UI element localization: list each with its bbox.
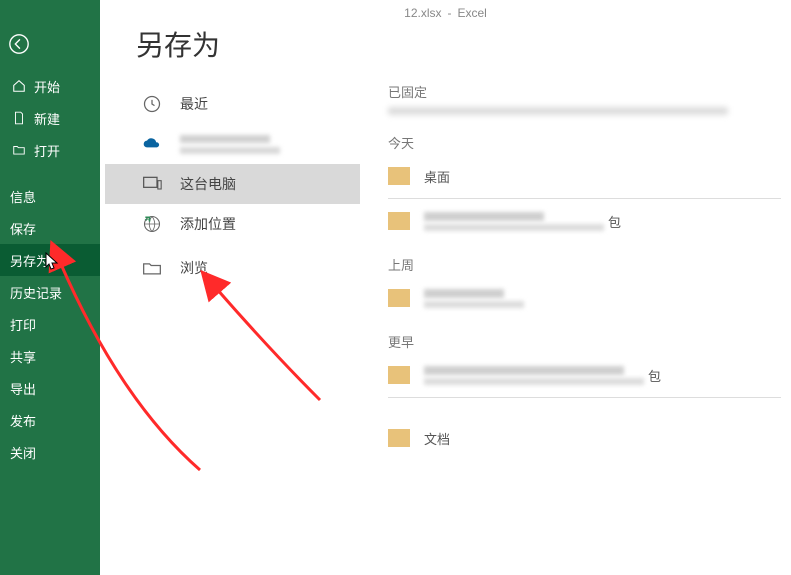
section-today-header: 今天 [388, 133, 781, 152]
nav-export-label: 导出 [10, 379, 36, 398]
browse-folder-icon [142, 260, 170, 276]
nav-history[interactable]: 历史记录 [0, 276, 100, 308]
location-onedrive-label-blurred [180, 135, 280, 154]
sidebar: 开始 新建 打开 信息 保存 另存为 历史记录 打印 共享 导出 发布 关闭 [0, 0, 100, 575]
title-sep: - [448, 6, 452, 20]
nav-history-label: 历史记录 [10, 283, 62, 302]
clock-icon [142, 94, 170, 114]
earlier-item-documents[interactable]: 文档 [388, 420, 781, 456]
title-app: Excel [458, 6, 487, 20]
today-item-desktop[interactable]: 桌面 [388, 158, 781, 194]
location-onedrive[interactable] [105, 124, 360, 164]
back-button[interactable] [0, 22, 100, 66]
nav-info[interactable]: 信息 [0, 180, 100, 212]
location-recent-label: 最近 [180, 94, 208, 114]
this-pc-icon [142, 175, 170, 193]
nav-share-label: 共享 [10, 347, 36, 366]
nav-open-label: 打开 [34, 141, 60, 160]
nav-saveas[interactable]: 另存为 [0, 244, 100, 276]
divider [388, 198, 781, 199]
earlier-item-1-suffix: 包 [648, 366, 661, 385]
location-add-place[interactable]: + 添加位置 [105, 204, 360, 244]
location-this-pc-label: 这台电脑 [180, 174, 236, 194]
earlier-item-documents-label: 文档 [424, 429, 450, 448]
nav-home[interactable]: 开始 [0, 70, 100, 102]
folder-icon [388, 167, 410, 185]
nav-new[interactable]: 新建 [0, 102, 100, 134]
lastweek-item-1[interactable] [388, 280, 781, 316]
today-item-2[interactable]: 包 [388, 203, 781, 239]
nav-saveas-label: 另存为 [10, 251, 49, 270]
pinned-blurred-text [388, 107, 728, 115]
open-folder-icon [10, 143, 28, 157]
nav-share[interactable]: 共享 [0, 340, 100, 372]
location-this-pc[interactable]: 这台电脑 [105, 164, 360, 204]
lastweek-item-1-blurred [424, 289, 524, 308]
nav-save[interactable]: 保存 [0, 212, 100, 244]
nav-close[interactable]: 关闭 [0, 436, 100, 468]
new-doc-icon [10, 111, 28, 125]
folder-icon [388, 429, 410, 447]
svg-text:+: + [145, 215, 150, 224]
nav-save-label: 保存 [10, 219, 36, 238]
section-earlier-header: 更早 [388, 332, 781, 351]
back-arrow-icon [8, 33, 30, 55]
section-pinned-header: 已固定 [388, 82, 781, 101]
location-recent[interactable]: 最近 [105, 84, 360, 124]
nav-open[interactable]: 打开 [0, 134, 100, 166]
nav-print-label: 打印 [10, 315, 36, 334]
nav-new-label: 新建 [34, 109, 60, 128]
earlier-item-1-blurred [424, 366, 644, 385]
section-lastweek-header: 上周 [388, 255, 781, 274]
earlier-item-1[interactable]: 包 [388, 357, 781, 393]
today-item-2-blurred [424, 212, 604, 231]
nav-export[interactable]: 导出 [0, 372, 100, 404]
location-add-place-label: 添加位置 [180, 214, 236, 234]
location-browse[interactable]: 浏览 [105, 248, 360, 288]
folder-icon [388, 366, 410, 384]
title-filename: 12.xlsx [404, 6, 441, 20]
today-item-desktop-label: 桌面 [424, 167, 450, 186]
folder-icon [388, 289, 410, 307]
today-item-2-suffix: 包 [608, 212, 621, 231]
add-place-icon: + [142, 214, 170, 234]
nav-home-label: 开始 [34, 77, 60, 96]
home-icon [10, 79, 28, 93]
nav-print[interactable]: 打印 [0, 308, 100, 340]
page-title: 另存为 [136, 24, 360, 64]
nav-info-label: 信息 [10, 187, 36, 206]
onedrive-cloud-icon [142, 137, 170, 151]
folder-icon [388, 212, 410, 230]
nav-publish[interactable]: 发布 [0, 404, 100, 436]
saveas-middle-panel: 另存为 最近 这台电脑 + 添加位置 [100, 0, 360, 575]
saveas-right-panel: 已固定 今天 桌面 包 上周 更早 包 文档 [380, 78, 791, 575]
nav-publish-label: 发布 [10, 411, 36, 430]
divider [388, 397, 781, 398]
location-browse-label: 浏览 [180, 258, 208, 278]
location-list: 最近 这台电脑 + 添加位置 浏览 [105, 84, 360, 288]
nav-close-label: 关闭 [10, 443, 36, 462]
